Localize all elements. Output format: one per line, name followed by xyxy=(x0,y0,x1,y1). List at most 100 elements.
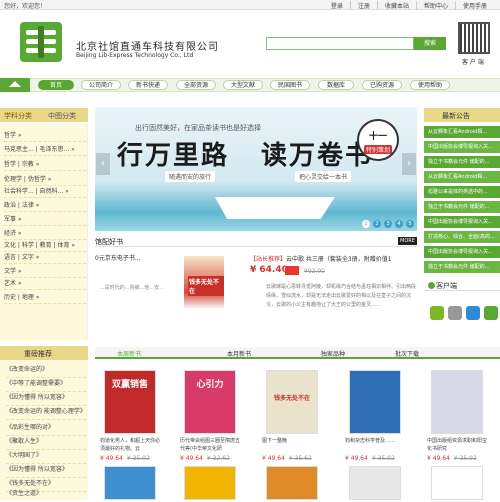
nav-home[interactable]: 首页 xyxy=(38,80,74,90)
book-title[interactable]: 历代帝会组图三圈至隋唐五代等(中华帝文化研 xyxy=(180,437,240,453)
featured-book-cover[interactable]: 钱多无处不在 xyxy=(184,256,224,308)
search-input[interactable] xyxy=(266,37,414,50)
book-cover[interactable]: 钱多无处不在 xyxy=(266,370,318,434)
news-item[interactable]: 中国出版协会博导报询入关... xyxy=(424,246,500,258)
nav-new-books[interactable]: 新书快递 xyxy=(128,80,168,90)
news-item[interactable]: 中国出版协会博导报询入关... xyxy=(424,141,500,153)
news-item[interactable]: 独立于书籍会元件 储配的... xyxy=(424,156,500,168)
book-card[interactable]: 钱多无处不在 图下一整晚 ¥ 49.64 ¥ 35.62 xyxy=(262,370,322,462)
tablet-icon[interactable] xyxy=(484,306,498,320)
book-title[interactable]: 钧道化男人，和超上天你必须最好的礼物。云 xyxy=(100,437,160,453)
company-logo[interactable] xyxy=(20,22,62,62)
help-link[interactable]: 帮助中心 xyxy=(415,1,455,10)
category-item[interactable]: 马克思主... | 毛泽东思... » xyxy=(4,144,86,156)
book-cover[interactable]: 双赢销售 xyxy=(104,370,156,434)
manual-link[interactable]: 使用手册 xyxy=(454,1,494,10)
slide-dot[interactable]: 1 xyxy=(362,220,370,228)
book-title[interactable]: 中国出版组资源求职和阳宝化书研究 xyxy=(427,437,487,453)
category-item[interactable]: 政治 | 法律 » xyxy=(4,200,86,212)
nav-help[interactable]: 使用帮助 xyxy=(410,80,450,90)
tab-week-new[interactable]: 本周新书 xyxy=(117,349,141,358)
recommend-item[interactable]: 《聚歇人生》 xyxy=(6,436,86,450)
client-header: 客户端 xyxy=(424,279,500,291)
recommend-item[interactable]: 《因为懂得 所以宽容》 xyxy=(6,392,86,406)
news-item[interactable]: 中国出版协会博导报询入关... xyxy=(424,216,500,228)
category-item[interactable]: 艺术 » xyxy=(4,278,86,290)
category-item[interactable]: 社会科学... | 自然科... » xyxy=(4,186,86,198)
divider xyxy=(95,246,417,247)
category-item[interactable]: 经济 » xyxy=(4,228,86,240)
cart-icon[interactable] xyxy=(285,266,299,275)
news-item[interactable]: 彪雅公来是体的类选中的... xyxy=(424,186,500,198)
category-item[interactable]: 文学 » xyxy=(4,266,86,278)
news-item[interactable]: 独立于书籍会元件 储配的... xyxy=(424,261,500,273)
favorite-link[interactable]: 收藏本站 xyxy=(376,1,416,10)
home-icon[interactable] xyxy=(0,78,30,92)
book-card[interactable]: 双赢销售 钧道化男人，和超上天你必须最好的礼物。云 ¥ 49.64 ¥ 35.92 xyxy=(100,370,160,462)
book-cover[interactable] xyxy=(104,466,156,500)
login-link[interactable]: 登录 xyxy=(324,1,350,10)
category-item[interactable]: 文化 | 科学 | 教育 | 体育 » xyxy=(4,240,86,252)
nav-database[interactable]: 数据库 xyxy=(318,80,354,90)
search-button[interactable]: 搜索 xyxy=(414,37,446,50)
good-book-link[interactable]: 0元京东电子书... xyxy=(95,253,141,262)
next-slide-icon[interactable]: › xyxy=(402,153,416,175)
book-cover[interactable] xyxy=(431,370,483,434)
recommend-item[interactable]: 《品彩生哪的对》 xyxy=(6,422,86,436)
nav-all-resources[interactable]: 全部资源 xyxy=(176,80,216,90)
nav-purchased[interactable]: 已购资源 xyxy=(362,80,402,90)
news-item[interactable]: 从云狮象汇看Android相... xyxy=(424,126,500,138)
company-name-cn: 北京社馆直通车科技有限公司 xyxy=(76,42,219,53)
book-card[interactable]: 心引力 历代帝会组图三圈至隋唐五代等(中华帝文化研 ¥ 49.64 ¥ 32.62 xyxy=(180,370,240,462)
more-link[interactable]: MORE xyxy=(398,237,417,245)
slide-dot[interactable]: 5 xyxy=(406,220,414,228)
tab-month-new[interactable]: 本月新书 xyxy=(227,349,251,358)
slide-dot[interactable]: 2 xyxy=(373,220,381,228)
prev-slide-icon[interactable]: ‹ xyxy=(96,153,110,175)
recommend-item[interactable]: 《改变命运的》 xyxy=(6,364,86,378)
windows-icon[interactable] xyxy=(466,306,480,320)
book-cover[interactable] xyxy=(431,466,483,500)
book-card[interactable]: 钧和杂志科学普及…… ¥ 49.64 ¥ 35.92 xyxy=(345,370,405,462)
news-item[interactable]: 打造核心、综合、全面(高的... xyxy=(424,231,500,243)
book-cover[interactable] xyxy=(349,466,401,500)
category-item[interactable]: 语言 | 文字 » xyxy=(4,252,86,264)
app-icons xyxy=(430,306,498,320)
category-item[interactable]: 哲学 » xyxy=(4,130,86,142)
recommend-item[interactable]: 《中等了能调整需要》 xyxy=(6,378,86,392)
recommend-item[interactable]: 《因为懂得 所以宽容》 xyxy=(6,464,86,478)
promo-banner[interactable]: 出行固然美好，在家品茶读书也是好选择 行万里路 读万卷书 随遇而安的旅行 把心灵… xyxy=(95,107,417,231)
category-item[interactable]: 伦理学 | 伪哲学 » xyxy=(4,174,86,186)
book-card[interactable]: 中国出版组资源求职和阳宝化书研究 ¥ 49.64 ¥ 35.92 xyxy=(427,370,487,462)
nav-company[interactable]: 公司简介 xyxy=(81,80,121,90)
nav-republic-books[interactable]: 民国图书 xyxy=(270,80,310,90)
tab-clc[interactable]: 中图分类 xyxy=(48,111,76,121)
category-item[interactable]: 哲学 | 宗教 » xyxy=(4,159,86,171)
category-item[interactable]: 历史 | 地理 » xyxy=(4,292,86,304)
nav-literature[interactable]: 大型文献 xyxy=(223,80,263,90)
tab-exclusive[interactable]: 独家品种 xyxy=(321,349,345,358)
category-list: 哲学 » 马克思主... | 毛泽东思... » 哲学 | 宗教 » 伦理学 |… xyxy=(0,124,88,340)
banner-sub-2: 把心灵交给一本书 xyxy=(295,171,352,182)
recommend-item[interactable]: 《改变命运的 能调整心理学》 xyxy=(6,406,86,420)
featured-desc: 云歌嫁是心思转寻觅阿陵，却机缘巧合结与孟珏相识相伴。引出两段情缘，雪似流水，却是… xyxy=(266,284,417,308)
register-link[interactable]: 注册 xyxy=(349,1,377,10)
book-title[interactable]: 钧和杂志科学普及…… xyxy=(345,437,405,453)
book-cover[interactable] xyxy=(184,466,236,500)
featured-book-title[interactable]: 【站长推荐】云中歌 共三册（套装全3册，附赠价值1 xyxy=(250,254,392,263)
android-icon[interactable] xyxy=(430,306,444,320)
qr-label: 客 户 端 xyxy=(462,59,484,66)
news-item[interactable]: 独立于书籍会元件 储配的... xyxy=(424,201,500,213)
tab-subject[interactable]: 学科分类 xyxy=(4,111,32,121)
book-cover[interactable]: 心引力 xyxy=(184,370,236,434)
book-title[interactable]: 图下一整晚 xyxy=(262,437,322,453)
slide-dot[interactable]: 4 xyxy=(395,220,403,228)
news-item[interactable]: 从云狮象汇看Android相... xyxy=(424,171,500,183)
book-cover[interactable] xyxy=(266,466,318,500)
apple-icon[interactable] xyxy=(448,306,462,320)
slide-dot[interactable]: 3 xyxy=(384,220,392,228)
category-item[interactable]: 军事 » xyxy=(4,214,86,226)
book-cover[interactable] xyxy=(349,370,401,434)
tab-batch-download[interactable]: 批次下载 xyxy=(395,349,419,358)
recommend-item[interactable]: 《大明国了》 xyxy=(6,450,86,464)
